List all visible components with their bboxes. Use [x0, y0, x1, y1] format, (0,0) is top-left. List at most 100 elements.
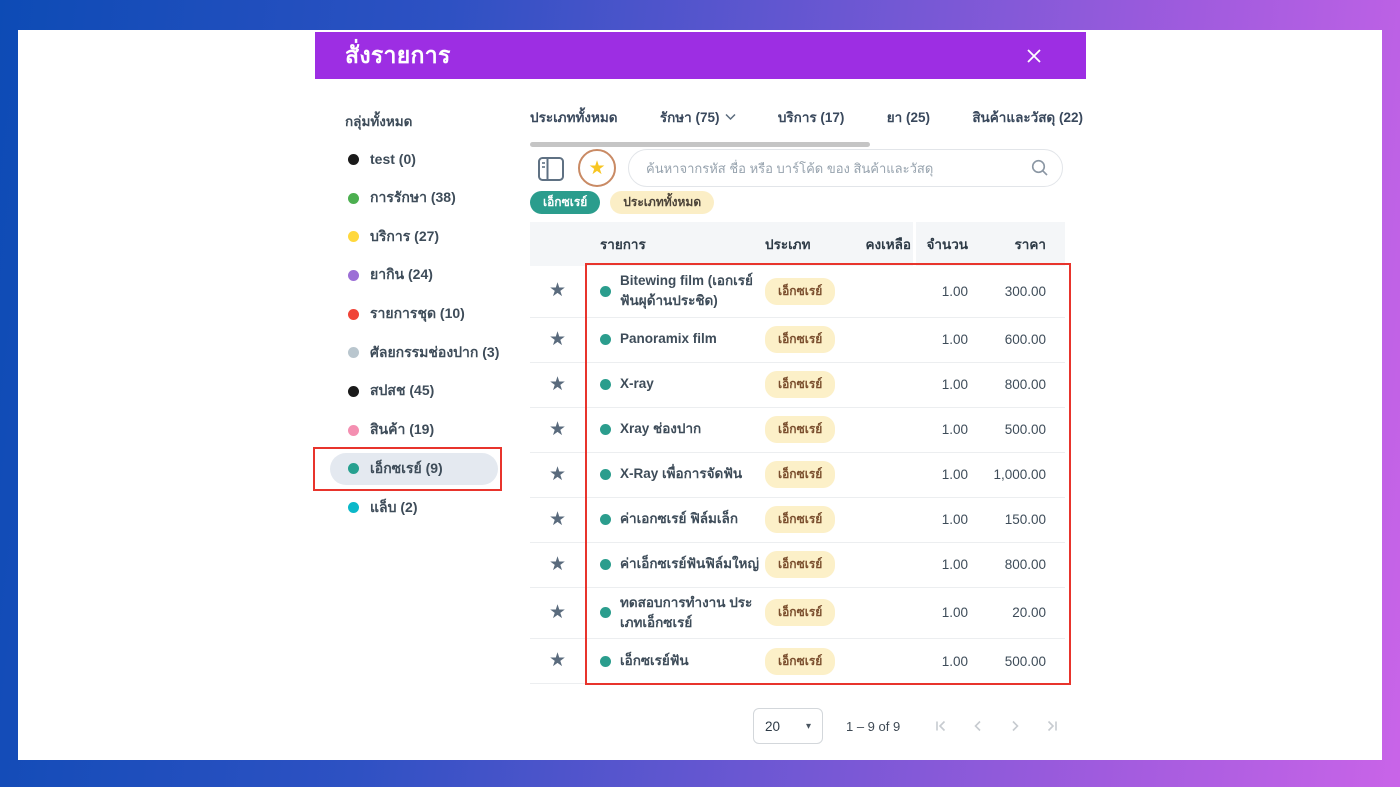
row-favorite-button[interactable]: ★ [530, 510, 585, 530]
item-quantity: 1.00 [941, 512, 968, 527]
item-type-cell: เอ็กซเรย์ [765, 461, 863, 488]
item-type-label: เอ็กซเรย์ [778, 605, 823, 620]
sidebar-group-item[interactable]: เอ็กซเรย์ (9) [313, 446, 502, 491]
table-row[interactable]: ★ X-ray เอ็กซเรย์ 1.00 800.00 [530, 363, 1065, 408]
group-label: ยากิน (24) [370, 266, 433, 283]
modal-title: สั่งรายการ [345, 41, 451, 68]
row-favorite-button[interactable]: ★ [530, 375, 585, 395]
table-row[interactable]: ★ เอ็กซเรย์ฟัน เอ็กซเรย์ 1.00 500.00 [530, 639, 1065, 684]
sidebar-group-item[interactable]: การรักษา (38) [330, 179, 498, 218]
page-size-select[interactable]: 20 ▾ [753, 708, 823, 744]
item-price: 500.00 [1004, 422, 1046, 437]
chevron-right-icon [1012, 720, 1019, 732]
sidebar-group-item[interactable]: รายการชุด (10) [330, 295, 498, 334]
item-name-cell: ทดสอบการทำงาน ประเภทเอ็กซเรย์ [585, 593, 765, 634]
table-row[interactable]: ★ ทดสอบการทำงาน ประเภทเอ็กซเรย์ เอ็กซเรย… [530, 588, 1065, 639]
tab[interactable]: สินค้าและวัสดุ (22) [972, 106, 1083, 128]
sidebar-group-item[interactable]: สินค้า (19) [330, 411, 498, 450]
tab[interactable]: ประเภททั้งหมด [530, 106, 618, 128]
row-favorite-button[interactable]: ★ [530, 603, 585, 623]
row-favorite-button[interactable]: ★ [530, 420, 585, 440]
item-type-label: เอ็กซเรย์ [778, 332, 823, 346]
item-quantity: 1.00 [941, 283, 968, 299]
search-icon[interactable] [1030, 158, 1050, 178]
last-page-button[interactable] [1033, 714, 1070, 738]
item-name-cell: Bitewing film (เอกเรย์ ฟันผุด้านประชิด) [585, 271, 765, 312]
row-favorite-button[interactable]: ★ [530, 281, 585, 301]
group-color-dot [348, 192, 359, 204]
item-type-badge: เอ็กซเรย์ [765, 551, 836, 578]
sidebar-group-item[interactable]: สปสช (45) [330, 372, 498, 411]
star-icon: ★ [588, 157, 606, 179]
tab-label: รักษา (75) [659, 110, 720, 125]
item-color-dot [600, 469, 611, 480]
item-price: 500.00 [1004, 653, 1046, 669]
item-quantity: 1.00 [941, 467, 968, 482]
favorites-filter-button[interactable]: ★ [578, 149, 616, 187]
sidebar-header: กลุ่มทั้งหมด [345, 114, 413, 129]
sidebar-group-item[interactable]: ศัลยกรรมช่องปาก (3) [330, 333, 499, 372]
item-type-badge: เอ็กซเรย์ [765, 277, 836, 305]
item-type-cell: เอ็กซเรย์ [765, 326, 863, 353]
item-name: Panoramix film [620, 331, 717, 347]
col-header-remaining: คงเหลือ [865, 237, 911, 252]
table-body: ★ Bitewing film (เอกเรย์ ฟันผุด้านประชิด… [530, 263, 1071, 685]
row-favorite-button[interactable]: ★ [530, 651, 585, 671]
item-quantity: 1.00 [941, 605, 968, 621]
last-page-icon [1047, 720, 1057, 732]
table-row[interactable]: ★ ค่าเอกซเรย์ ฟิล์มเล็ก เอ็กซเรย์ 1.00 1… [530, 498, 1065, 543]
star-icon: ★ [548, 328, 567, 350]
group-color-dot [348, 502, 359, 514]
pagination: 20 ▾ 1 – 9 of 9 [753, 707, 1070, 745]
tab-label: สินค้าและวัสดุ (22) [972, 110, 1083, 125]
screen-frame: สั่งรายการ กลุ่มทั้งหมด test (0) การรักษ… [0, 0, 1400, 787]
group-color-dot [348, 153, 359, 165]
close-button[interactable] [1022, 44, 1046, 68]
page-background: สั่งรายการ กลุ่มทั้งหมด test (0) การรักษ… [18, 30, 1382, 760]
item-type-cell: เอ็กซเรย์ [765, 647, 863, 675]
next-page-button[interactable] [996, 714, 1033, 738]
sidebar-group-item[interactable]: แล็บ (2) [330, 488, 498, 527]
item-type-label: เอ็กซเรย์ [778, 512, 823, 526]
table-row[interactable]: ★ ค่าเอ็กซเรย์ฟันฟิล์มใหญ่ เอ็กซเรย์ 1.0… [530, 543, 1065, 588]
group-color-dot [348, 231, 359, 243]
prev-page-button[interactable] [959, 714, 996, 738]
group-label: test (0) [370, 151, 416, 168]
table-row[interactable]: ★ X-Ray เพื่อการจัดฟัน เอ็กซเรย์ 1.00 1,… [530, 453, 1065, 498]
tabs-scrollbar[interactable] [530, 142, 870, 147]
group-label: บริการ (27) [370, 227, 440, 244]
table-row[interactable]: ★ Panoramix film เอ็กซเรย์ 1.00 600.00 [530, 318, 1065, 363]
first-page-button[interactable] [922, 714, 959, 738]
panel-toggle-button[interactable] [537, 155, 565, 183]
item-type-badge: เอ็กซเรย์ [765, 326, 836, 353]
tab[interactable]: บริการ (17) [778, 106, 845, 128]
modal-header: สั่งรายการ [315, 32, 1086, 79]
col-header-quantity: จำนวน [926, 237, 968, 252]
filter-chip[interactable]: เอ็กซเรย์ [530, 191, 601, 214]
filter-chip[interactable]: ประเภททั้งหมด [610, 191, 715, 214]
sidebar-group-item[interactable]: test (0) [330, 140, 498, 179]
sidebar-group-item[interactable]: บริการ (27) [330, 217, 498, 256]
tab[interactable]: ยา (25) [887, 106, 930, 128]
item-name-cell: Xray ช่องปาก [585, 419, 765, 439]
item-color-dot [600, 559, 611, 570]
row-favorite-button[interactable]: ★ [530, 555, 585, 575]
tab[interactable]: รักษา (75) [660, 106, 736, 128]
search-input[interactable] [628, 149, 1063, 187]
item-type-label: เอ็กซเรย์ [778, 557, 823, 571]
sidebar-group-item[interactable]: ยากิน (24) [330, 256, 498, 295]
filter-chip-label: ประเภททั้งหมด [623, 195, 702, 209]
row-favorite-button[interactable]: ★ [530, 465, 585, 485]
item-name: Xray ช่องปาก [620, 421, 702, 437]
item-quantity: 1.00 [941, 653, 968, 669]
item-price: 1,000.00 [993, 467, 1046, 482]
caret-down-icon: ▾ [805, 720, 811, 732]
item-quantity: 1.00 [941, 332, 968, 347]
table-row[interactable]: ★ Xray ช่องปาก เอ็กซเรย์ 1.00 500.00 [530, 408, 1065, 453]
item-quantity: 1.00 [941, 422, 968, 437]
table-row[interactable]: ★ Bitewing film (เอกเรย์ ฟันผุด้านประชิด… [530, 266, 1065, 318]
row-favorite-button[interactable]: ★ [530, 330, 585, 350]
item-type-badge: เอ็กซเรย์ [765, 599, 836, 627]
star-icon: ★ [548, 601, 567, 623]
group-color-dot [348, 463, 359, 475]
